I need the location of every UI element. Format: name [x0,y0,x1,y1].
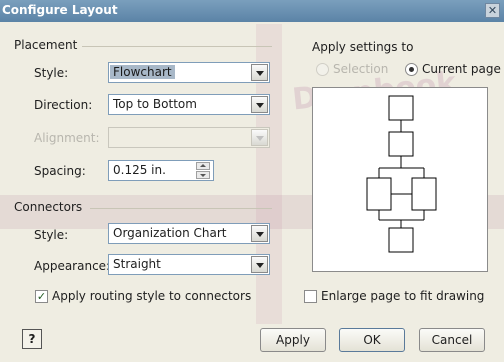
direction-value: Top to Bottom [113,97,197,111]
direction-select[interactable]: Top to Bottom [108,94,270,115]
chevron-down-icon[interactable] [251,96,268,113]
spin-down-icon[interactable] [196,171,210,179]
connector-style-label: Style: [34,228,69,242]
routing-checkbox[interactable]: ✓ [35,290,48,303]
ok-button[interactable]: OK [339,328,405,352]
spacing-value: 0.125 in. [113,163,166,177]
enlarge-page-checkbox-label[interactable]: Enlarge page to fit drawing [321,289,484,303]
layout-preview [312,87,488,272]
flowchart-preview-diagram [366,95,437,253]
alignment-select[interactable] [108,127,270,148]
chevron-down-icon[interactable] [251,64,268,81]
enlarge-page-checkbox[interactable] [304,290,317,303]
close-icon[interactable]: ✕ [485,3,500,18]
chevron-down-icon[interactable] [251,129,268,146]
placement-style-label: Style: [34,66,69,80]
appearance-select[interactable]: Straight [108,254,270,275]
spacing-label: Spacing: [34,164,86,178]
apply-settings-header: Apply settings to [312,40,414,54]
current-page-radio-label[interactable]: Current page [422,62,501,76]
placement-divider [82,46,272,47]
connector-style-select[interactable]: Organization Chart [108,223,270,244]
routing-checkbox-label[interactable]: Apply routing style to connectors [52,289,251,303]
placement-style-select[interactable]: Flowchart [108,62,270,83]
preview-node-right [411,177,437,211]
help-button[interactable]: ? [22,329,42,349]
chevron-down-icon[interactable] [251,256,268,273]
placement-header: Placement [14,38,78,52]
configure-layout-dialog: Configure Layout ✕ Dropbook Placement St… [0,0,504,362]
alignment-label: Alignment: [34,131,100,145]
connectors-header: Connectors [14,200,83,214]
window-title: Configure Layout [2,3,118,17]
placement-style-value: Flowchart [110,65,175,79]
preview-node-middle [388,131,414,157]
appearance-value: Straight [113,257,161,271]
current-page-radio[interactable] [405,63,418,76]
direction-label: Direction: [34,98,93,112]
apply-button[interactable]: Apply [260,328,326,352]
preview-node-left [366,177,392,211]
title-bar: Configure Layout ✕ [0,0,504,22]
spacing-stepper[interactable] [196,162,212,179]
cancel-button[interactable]: Cancel [419,328,485,352]
preview-node-top [388,95,414,121]
connectors-divider [90,208,272,209]
selection-radio[interactable] [316,63,329,76]
chevron-down-icon[interactable] [251,225,268,242]
appearance-label: Appearance: [34,259,111,273]
connector-style-value: Organization Chart [113,226,227,240]
selection-radio-label: Selection [333,62,389,76]
preview-node-bottom [388,227,414,253]
spacing-input[interactable]: 0.125 in. [108,160,214,181]
spin-up-icon[interactable] [196,162,210,170]
